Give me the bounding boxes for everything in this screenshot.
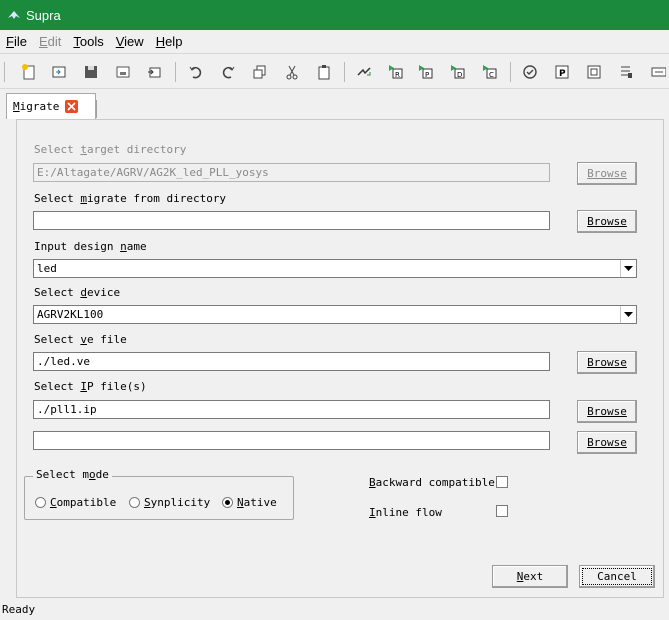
menu-file[interactable]: File bbox=[6, 34, 27, 49]
ve-file-input[interactable]: ./led.ve bbox=[33, 352, 550, 371]
target-dir-browse-button: Browse bbox=[577, 162, 637, 185]
d-box-icon[interactable] bbox=[582, 60, 606, 84]
svg-text:R: R bbox=[395, 71, 400, 79]
menu-view[interactable]: View bbox=[116, 34, 144, 49]
tab-divider bbox=[96, 100, 97, 118]
ip-file-browse-button[interactable]: Browse bbox=[577, 400, 637, 423]
toolbar: R P D C P bbox=[0, 53, 669, 89]
save-as-icon[interactable] bbox=[111, 60, 135, 84]
mode-synplicity-radio[interactable]: Synplicity bbox=[129, 496, 210, 509]
radio-circle bbox=[129, 497, 140, 508]
check-icon[interactable] bbox=[518, 60, 542, 84]
ip-file-input[interactable]: ./pll1.ip bbox=[33, 400, 550, 419]
chevron-down-icon[interactable] bbox=[620, 306, 636, 323]
extra-ip-file-browse-button[interactable]: Browse bbox=[577, 431, 637, 454]
ip-files-label: Select IP file(s) bbox=[34, 380, 147, 393]
p-box-icon[interactable]: P bbox=[550, 60, 574, 84]
migrate-dir-browse-button[interactable]: Browse bbox=[577, 210, 637, 233]
backward-compatible-checkbox[interactable] bbox=[496, 476, 508, 488]
new-file-icon[interactable] bbox=[17, 60, 41, 84]
menu-tools[interactable]: Tools bbox=[73, 34, 103, 49]
close-icon[interactable] bbox=[65, 100, 79, 113]
copy-icon[interactable] bbox=[248, 60, 272, 84]
migrate-dir-label: Select migrate from directory bbox=[34, 192, 227, 205]
settings-icon[interactable] bbox=[614, 60, 638, 84]
run-c-icon[interactable]: C bbox=[478, 60, 502, 84]
ve-file-label: Select ve file bbox=[34, 333, 127, 346]
tab-migrate[interactable]: Migrate bbox=[6, 93, 96, 119]
app-logo-icon bbox=[6, 7, 22, 23]
radio-circle-selected bbox=[222, 497, 233, 508]
menu-bar: File Edit Tools View Help bbox=[0, 30, 669, 52]
window-title: Supra bbox=[26, 7, 61, 23]
target-dir-input: E:/Altagate/AGRV/AG2K_led_PLL_yosys bbox=[33, 163, 550, 182]
chevron-down-icon[interactable] bbox=[620, 260, 636, 277]
save-icon[interactable] bbox=[79, 60, 103, 84]
run-p-icon[interactable]: P bbox=[414, 60, 438, 84]
radio-circle bbox=[35, 497, 46, 508]
menu-edit[interactable]: Edit bbox=[39, 34, 61, 49]
inline-flow-checkbox[interactable] bbox=[496, 505, 508, 517]
toolbar-grip bbox=[4, 62, 5, 82]
mode-legend: Select mode bbox=[33, 468, 112, 481]
open-icon[interactable] bbox=[47, 60, 71, 84]
svg-text:D: D bbox=[457, 71, 462, 79]
next-button[interactable]: Next bbox=[492, 565, 568, 588]
backward-compatible-label[interactable]: Backward compatible bbox=[369, 476, 495, 489]
cancel-button[interactable]: Cancel bbox=[579, 565, 655, 588]
migrate-icon[interactable] bbox=[352, 60, 376, 84]
target-dir-label: Select target directory bbox=[34, 143, 187, 156]
mode-compatible-radio[interactable]: Compatible bbox=[35, 496, 116, 509]
menu-help[interactable]: Help bbox=[156, 34, 183, 49]
ve-file-browse-button[interactable]: Browse bbox=[577, 351, 637, 374]
device-combo[interactable]: AGRV2KL100 bbox=[33, 305, 637, 324]
save-all-icon[interactable] bbox=[143, 60, 167, 84]
run-d-icon[interactable]: D bbox=[446, 60, 470, 84]
device-label: Select device bbox=[34, 286, 121, 299]
svg-text:P: P bbox=[559, 69, 566, 79]
undo-icon[interactable] bbox=[184, 60, 208, 84]
more-icon[interactable] bbox=[646, 60, 668, 84]
mode-native-radio[interactable]: Native bbox=[222, 496, 277, 509]
design-name-label: Input design name bbox=[34, 240, 147, 253]
redo-icon[interactable] bbox=[216, 60, 240, 84]
extra-ip-file-input[interactable] bbox=[33, 431, 550, 450]
status-bar: Ready bbox=[2, 603, 36, 616]
migrate-dir-input[interactable] bbox=[33, 211, 550, 230]
svg-text:P: P bbox=[425, 71, 429, 79]
run-r-icon[interactable]: R bbox=[384, 60, 408, 84]
svg-text:C: C bbox=[489, 71, 494, 79]
title-bar: Supra bbox=[0, 0, 669, 30]
tab-label: Migrate bbox=[13, 100, 60, 113]
inline-flow-label[interactable]: Inline flow bbox=[369, 506, 442, 519]
paste-icon[interactable] bbox=[312, 60, 336, 84]
cut-icon[interactable] bbox=[280, 60, 304, 84]
mode-group: Select mode Compatible Synplicity Native bbox=[24, 468, 294, 520]
design-name-combo[interactable]: led bbox=[33, 259, 637, 278]
